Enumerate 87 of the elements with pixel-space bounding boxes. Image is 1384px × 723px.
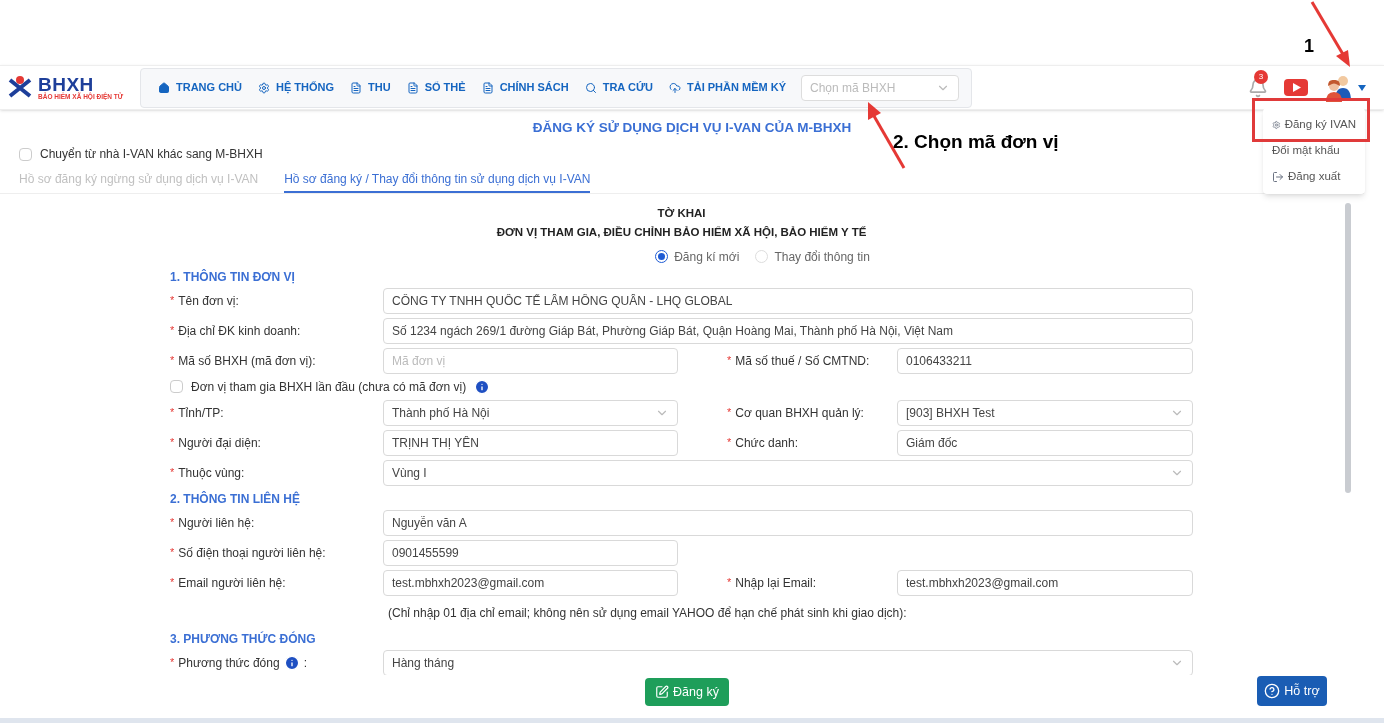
required-asterisk: *	[727, 435, 732, 451]
field-label: Mã số thuế / Số CMTND:	[735, 352, 870, 370]
field-label: Chức danh:	[735, 434, 799, 452]
help-icon	[1264, 683, 1281, 699]
required-asterisk: *	[170, 465, 175, 481]
text-field[interactable]: 0901455599	[383, 539, 678, 566]
text-field[interactable]: Số 1234 ngách 269/1 đường Giáp Bát, Phường Giáp Bát, Quận Hoàng Mai, Thành phố Hà Nội, Việt Nam	[383, 317, 1193, 344]
form-subtitle: ĐƠN VỊ THAM GIA, ĐIỀU CHỈNH BẢO HIỂM XÃ HỘI, BẢO HIỂM Y TẾ	[495, 225, 868, 241]
required-asterisk: *	[170, 575, 175, 591]
section-title: 2. THÔNG TIN LIÊN HỆ	[170, 490, 300, 508]
nav-link[interactable]: TRANG CHỦ	[151, 68, 249, 107]
nav-link[interactable]: CHÍNH SÁCH	[474, 68, 576, 107]
menu-item[interactable]: Đăng xuất	[1263, 164, 1365, 190]
annotation-label: 1	[1304, 35, 1314, 58]
required-asterisk: *	[727, 353, 732, 369]
checkbox-label: Chuyển từ nhà I-VAN khác sang M-BHXH	[40, 146, 263, 163]
select-field[interactable]: [903] BHXH Test	[897, 399, 1193, 426]
radio-label: Đăng kí mới	[674, 248, 740, 266]
label-colon: :	[303, 654, 307, 672]
email-note: (Chỉ nhập 01 địa chỉ email; không nên sử dụng email YAHOO để hạn chế phát sinh khi giao dịch):	[388, 604, 907, 622]
required-asterisk: *	[727, 575, 732, 591]
select-field[interactable]: Vùng I	[383, 459, 1193, 486]
nav-link[interactable]: TẢI PHẦN MỀM KÝ	[661, 68, 793, 107]
field-label: Email người liên hệ:	[178, 574, 286, 592]
menu-item[interactable]: Đổi mật khẩu	[1263, 138, 1365, 164]
text-field[interactable]: 0106433211	[897, 347, 1193, 374]
notification-badge: 3	[1254, 69, 1268, 84]
document-icon	[406, 81, 419, 94]
required-asterisk: *	[170, 353, 175, 369]
field-label: Phương thức đóng	[178, 654, 280, 672]
settings-icon	[258, 81, 270, 94]
field-label: Người liên hệ:	[178, 514, 255, 532]
text-field[interactable]: CÔNG TY TNHH QUỐC TẾ LÂM HỒNG QUÂN - LHQ GLOBAL	[383, 287, 1193, 314]
checkbox[interactable]	[170, 380, 183, 393]
required-asterisk: *	[170, 435, 175, 451]
field-label: Tên đơn vị:	[178, 292, 239, 310]
section-title: 3. PHƯƠNG THỨC ĐÓNG	[170, 630, 316, 648]
select-field[interactable]: Thành phố Hà Nội	[383, 399, 678, 426]
checkbox-label: Đơn vị tham gia BHXH lần đầu (chưa có mã đơn vị)	[191, 378, 467, 396]
menu-item[interactable]: Đăng ký IVAN	[1263, 112, 1365, 138]
text-field[interactable]: test.mbhxh2023@gmail.com	[897, 569, 1193, 596]
document-icon	[350, 81, 363, 94]
nav-link[interactable]: SỔ THẺ	[399, 68, 473, 107]
tab[interactable]: Hồ sơ đăng ký / Thay đổi thông tin sử dụng dịch vụ I-VAN	[284, 167, 591, 193]
nav-link[interactable]: HỆ THỐNG	[251, 68, 342, 107]
home-icon	[158, 81, 170, 94]
logout-icon	[1272, 171, 1284, 183]
required-asterisk: *	[170, 293, 175, 309]
section-title: 1. THÔNG TIN ĐƠN VỊ	[170, 268, 295, 286]
required-asterisk: *	[727, 405, 732, 421]
field-label: Nhập lại Email:	[735, 574, 816, 592]
required-asterisk: *	[170, 323, 175, 339]
document-icon	[481, 81, 494, 94]
video-play-icon[interactable]	[1284, 79, 1308, 96]
field-label: Thuộc vùng:	[178, 464, 245, 482]
required-asterisk: *	[170, 405, 175, 421]
help-button[interactable]: Hỗ trợ	[1257, 676, 1327, 706]
edit-icon	[655, 685, 670, 699]
required-asterisk: *	[170, 545, 175, 561]
field-label: Mã số BHXH (mã đơn vị):	[178, 352, 316, 370]
select-placeholder: Chọn mã BHXH	[809, 79, 896, 97]
field-label: Người đại diện:	[178, 434, 261, 452]
text-field[interactable]: test.mbhxh2023@gmail.com	[383, 569, 678, 596]
text-field[interactable]: TRỊNH THỊ YÊN	[383, 429, 678, 456]
required-asterisk: *	[170, 655, 175, 671]
field-label: Cơ quan BHXH quản lý:	[735, 404, 864, 422]
caret-icon[interactable]	[1358, 84, 1366, 91]
text-field[interactable]: Nguyễn văn A	[383, 509, 1193, 536]
user-avatar-icon[interactable]	[1324, 73, 1354, 102]
text-field[interactable]: Giám đốc	[897, 429, 1193, 456]
required-asterisk: *	[170, 515, 175, 531]
search-icon	[584, 81, 597, 94]
select-field[interactable]: Hàng tháng	[383, 649, 1193, 675]
text-field[interactable]: Mã đơn vị	[383, 347, 678, 374]
checkbox[interactable]	[19, 147, 32, 161]
nav-link[interactable]: THU	[343, 68, 398, 107]
nav-link[interactable]: TRA CỨU	[577, 68, 660, 107]
field-label: Số điện thoại người liên hệ:	[178, 544, 326, 562]
info-icon	[474, 378, 491, 395]
page-title: ĐĂNG KÝ SỬ DỤNG DỊCH VỤ I-VAN CỦA M-BHXH	[532, 120, 852, 135]
settings-icon	[1272, 119, 1281, 131]
radio-label: Thay đổi thông tin	[774, 248, 870, 266]
annotation-label: 2. Chọn mã đơn vị	[893, 130, 1059, 154]
field-label: Địa chỉ ĐK kinh doanh:	[178, 322, 301, 340]
form-title: TỜ KHAI	[656, 206, 707, 221]
field-label: Tỉnh/TP:	[178, 404, 224, 422]
cloud-upload-icon	[668, 81, 681, 94]
